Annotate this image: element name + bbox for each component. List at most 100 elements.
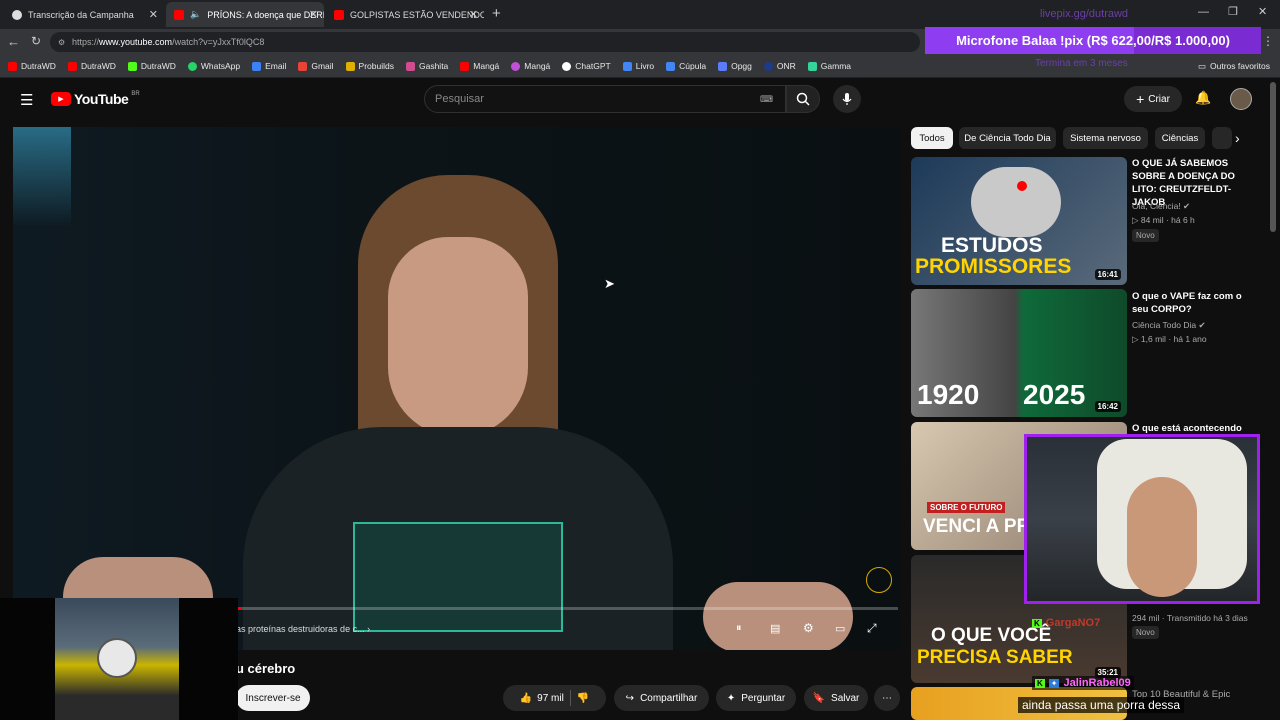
kick-icon: K [1032,618,1042,628]
reload-icon[interactable]: ↻ [31,34,41,48]
chat-username: JalinRabel09 [1063,677,1131,689]
site-info-icon[interactable]: ⚙ [58,38,65,47]
bookmark-item[interactable]: DutraWD [67,61,116,71]
keyboard-icon[interactable]: ⌨ [760,94,773,105]
ask-button[interactable]: ✦ Perguntar [716,685,796,711]
other-favorites[interactable]: ▭ Outros favoritos [1198,61,1270,72]
bookmark-item[interactable]: Probuilds [345,61,394,71]
chat-text: ainda passa uma porra dessa [1018,697,1185,713]
chip-partial[interactable] [1212,127,1232,149]
chip-todos[interactable]: Todos [911,127,953,149]
youtube-icon [460,61,470,71]
brain-marker [1017,181,1027,191]
bookmark-label: ChatGPT [575,61,611,71]
new-tab-button[interactable]: + [492,5,501,22]
badge-icon: ✦ [1048,678,1060,688]
bookmark-item[interactable]: Livro [622,61,654,71]
search-button[interactable] [786,85,820,113]
livepix-url: livepix.gg/dutrawd [1040,8,1129,20]
chip-label: De Ciência Todo Dia [964,132,1051,144]
like-button[interactable]: 👍 97 mil [520,693,564,704]
gashita-icon [405,61,415,71]
notifications-bell-icon[interactable]: 🔔 [1195,90,1211,106]
back-icon[interactable]: ← [7,34,20,49]
subscribe-label: Inscrever-se [245,692,301,704]
bookmark-label: Mangá [524,61,551,71]
subtitles-icon[interactable]: ▤ [770,622,780,635]
rec-channel[interactable]: Ciência Todo Dia ✔ [1132,319,1206,331]
rec-thumbnail[interactable]: 1920 2025 16:42 [911,289,1127,417]
bookmark-item[interactable]: Cúpula [666,61,706,71]
bookmark-item[interactable]: Mangá [511,61,550,71]
tab-prions[interactable]: 🔈 PRÍONS: A doença que DERR ✕ [166,2,324,27]
url-prefix: https:// [72,37,100,47]
bookmark-item[interactable]: DutraWD [127,61,176,71]
bookmark-item[interactable]: DutraWD [8,61,56,71]
youtube-logo[interactable]: ▶ YouTube BR [51,91,140,107]
bookmark-label: Gamma [820,61,852,71]
bookmark-item[interactable]: Email [252,61,286,71]
chapter-title[interactable]: as proteínas destruidoras de c... › [236,624,370,634]
close-window-button[interactable]: ✕ [1258,5,1267,18]
more-icon: ⋯ [882,692,892,704]
bookmark-item[interactable]: WhatsApp [187,61,241,71]
autoplay-toggle[interactable]: ⏸ [736,622,742,635]
bookmark-item[interactable]: Gmail [298,61,334,71]
search-input[interactable]: Pesquisar ⌨ [424,85,786,113]
bookmark-item[interactable]: ONR [763,61,796,71]
settings-gear-icon[interactable]: ⚙ [803,621,814,635]
minimize-button[interactable]: — [1198,6,1209,18]
bookmark-label: WhatsApp [200,61,241,71]
url-path: /watch?v=yJxxTf0lQC8 [172,37,265,47]
tab-golpistas[interactable]: GOLPISTAS ESTÃO VENDENDO FI ✕ [326,2,484,27]
url-field[interactable]: ⚙ https://www.youtube.com/watch?v=yJxxTf… [50,32,920,52]
close-icon[interactable]: ✕ [149,8,158,21]
video-progress-bar[interactable] [238,607,898,610]
save-button[interactable]: 🔖 Salvar [804,685,868,711]
bookmark-item[interactable]: Opgg [718,61,752,71]
bookmark-label: ONR [776,61,796,71]
dislike-button[interactable]: 👎 [577,693,589,704]
theater-mode-icon[interactable]: ▭ [835,622,845,635]
chat-message: K GargaNO7 [1032,617,1100,629]
close-icon[interactable]: ✕ [309,8,318,21]
channel-name: Ciência Todo Dia [1132,320,1197,330]
speaker-icon[interactable]: 🔈 [190,9,201,20]
chevron-right-icon[interactable]: › [1235,130,1240,146]
chapter-text: as proteínas destruidoras de c... [236,624,365,634]
avatar[interactable] [1230,88,1252,110]
bookmark-item[interactable]: Mangá [460,61,499,71]
menu-icon[interactable]: ⋮ [1262,34,1274,48]
music-logo [97,638,137,678]
page-scrollbar[interactable] [1270,82,1276,232]
voice-search-button[interactable] [833,85,861,113]
bookmark-label: DutraWD [21,61,56,71]
more-actions-button[interactable]: ⋯ [874,685,900,711]
manga-icon [511,61,521,71]
chip-ciencias[interactable]: Ciências [1155,127,1205,149]
rec-title[interactable]: O que o VAPE faz com o seu CORPO? [1132,290,1258,316]
share-label: Compartilhar [640,692,698,704]
bookmark-item[interactable]: ChatGPT [562,61,611,71]
tab-transcricao[interactable]: Transcrição da Campanha ✕ [4,2,164,27]
chip-ciencia-todo-dia[interactable]: De Ciência Todo Dia [959,127,1056,149]
thumb-text: 2025 [1023,379,1086,410]
rec-meta: ▷ 1,6 mil · há 1 ano [1132,334,1207,344]
share-button[interactable]: ↪ Compartilhar [614,685,709,711]
close-icon[interactable]: ✕ [469,8,478,21]
subscribe-button[interactable]: Inscrever-se [236,685,310,711]
video-presenter-face [388,237,528,437]
chip-sistema-nervoso[interactable]: Sistema nervoso [1063,127,1148,149]
bookmark-item[interactable]: Gamma [807,61,852,71]
rec-thumbnail[interactable]: ESTUDOS PROMISSORES 16:41 [911,157,1127,285]
docs-icon [666,61,676,71]
bookmark-label: DutraWD [80,61,116,71]
rec-channel[interactable]: Olá, Ciência! ✔ [1132,200,1190,212]
channel-watermark[interactable] [866,567,892,593]
maximize-button[interactable]: ❐ [1228,5,1238,18]
fullscreen-icon[interactable]: ⤢ [867,621,877,636]
bookmark-item[interactable]: Gashita [405,61,448,71]
create-button[interactable]: + Criar [1124,86,1182,112]
hamburger-menu-icon[interactable]: ☰ [20,91,33,109]
video-player[interactable] [13,127,900,650]
